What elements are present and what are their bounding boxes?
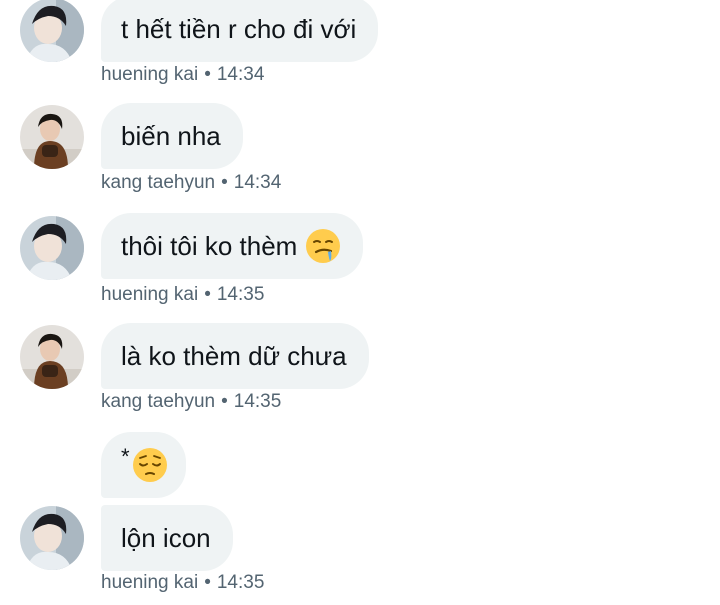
avatar-huening-kai[interactable] — [20, 0, 84, 62]
avatar-image — [20, 325, 84, 389]
message-text: là ko thèm dữ chưa — [121, 340, 347, 371]
avatar-image — [20, 216, 84, 280]
message-text: * — [121, 444, 130, 469]
avatar-image — [20, 506, 84, 570]
message-bubble[interactable]: * — [101, 432, 186, 498]
message-meta: kang taehyun • 14:34 — [101, 172, 281, 194]
timestamp: 14:34 — [233, 172, 282, 193]
timestamp: 14:35 — [216, 284, 265, 305]
timestamp: 14:35 — [216, 572, 265, 593]
message-bubble[interactable]: t hết tiền r cho đi với — [101, 0, 379, 62]
separator: • — [204, 284, 211, 305]
separator: • — [221, 391, 228, 412]
message-text: t hết tiền r cho đi với — [121, 13, 357, 44]
sender-name[interactable]: huening kai — [101, 64, 198, 85]
message-meta: kang taehyun • 14:35 — [101, 391, 281, 413]
timestamp: 14:35 — [233, 391, 282, 412]
sender-name[interactable]: kang taehyun — [101, 391, 215, 412]
avatar-image — [20, 105, 84, 169]
sender-name[interactable]: huening kai — [101, 572, 198, 593]
message-bubble[interactable]: thôi tôi ko thèm — [101, 213, 364, 279]
message-meta: huening kai • 14:34 — [101, 64, 264, 86]
drooling-face-icon — [306, 229, 341, 263]
message-text: lộn icon — [121, 522, 211, 553]
separator: • — [204, 572, 211, 593]
sender-name[interactable]: huening kai — [101, 284, 198, 305]
message-bubble[interactable]: lộn icon — [101, 505, 233, 571]
separator: • — [204, 64, 211, 85]
message-bubble[interactable]: là ko thèm dữ chưa — [101, 323, 369, 389]
sender-name[interactable]: kang taehyun — [101, 172, 215, 193]
message-meta: huening kai • 14:35 — [101, 284, 264, 306]
message-meta: huening kai • 14:35 — [101, 572, 264, 594]
avatar-huening-kai[interactable] — [20, 216, 84, 280]
avatar-huening-kai[interactable] — [20, 506, 84, 570]
pensive-face-icon — [132, 448, 167, 482]
message-text: thôi tôi ko thèm — [121, 230, 298, 261]
avatar-image — [20, 0, 84, 62]
message-text: biến nha — [121, 120, 221, 151]
avatar-kang-taehyun[interactable] — [20, 105, 84, 169]
timestamp: 14:34 — [216, 64, 265, 85]
avatar-kang-taehyun[interactable] — [20, 325, 84, 389]
separator: • — [221, 172, 228, 193]
message-bubble[interactable]: biến nha — [101, 103, 243, 169]
conversation-thread: t hết tiền r cho đi với huening kai • 14:3… — [0, 0, 720, 605]
